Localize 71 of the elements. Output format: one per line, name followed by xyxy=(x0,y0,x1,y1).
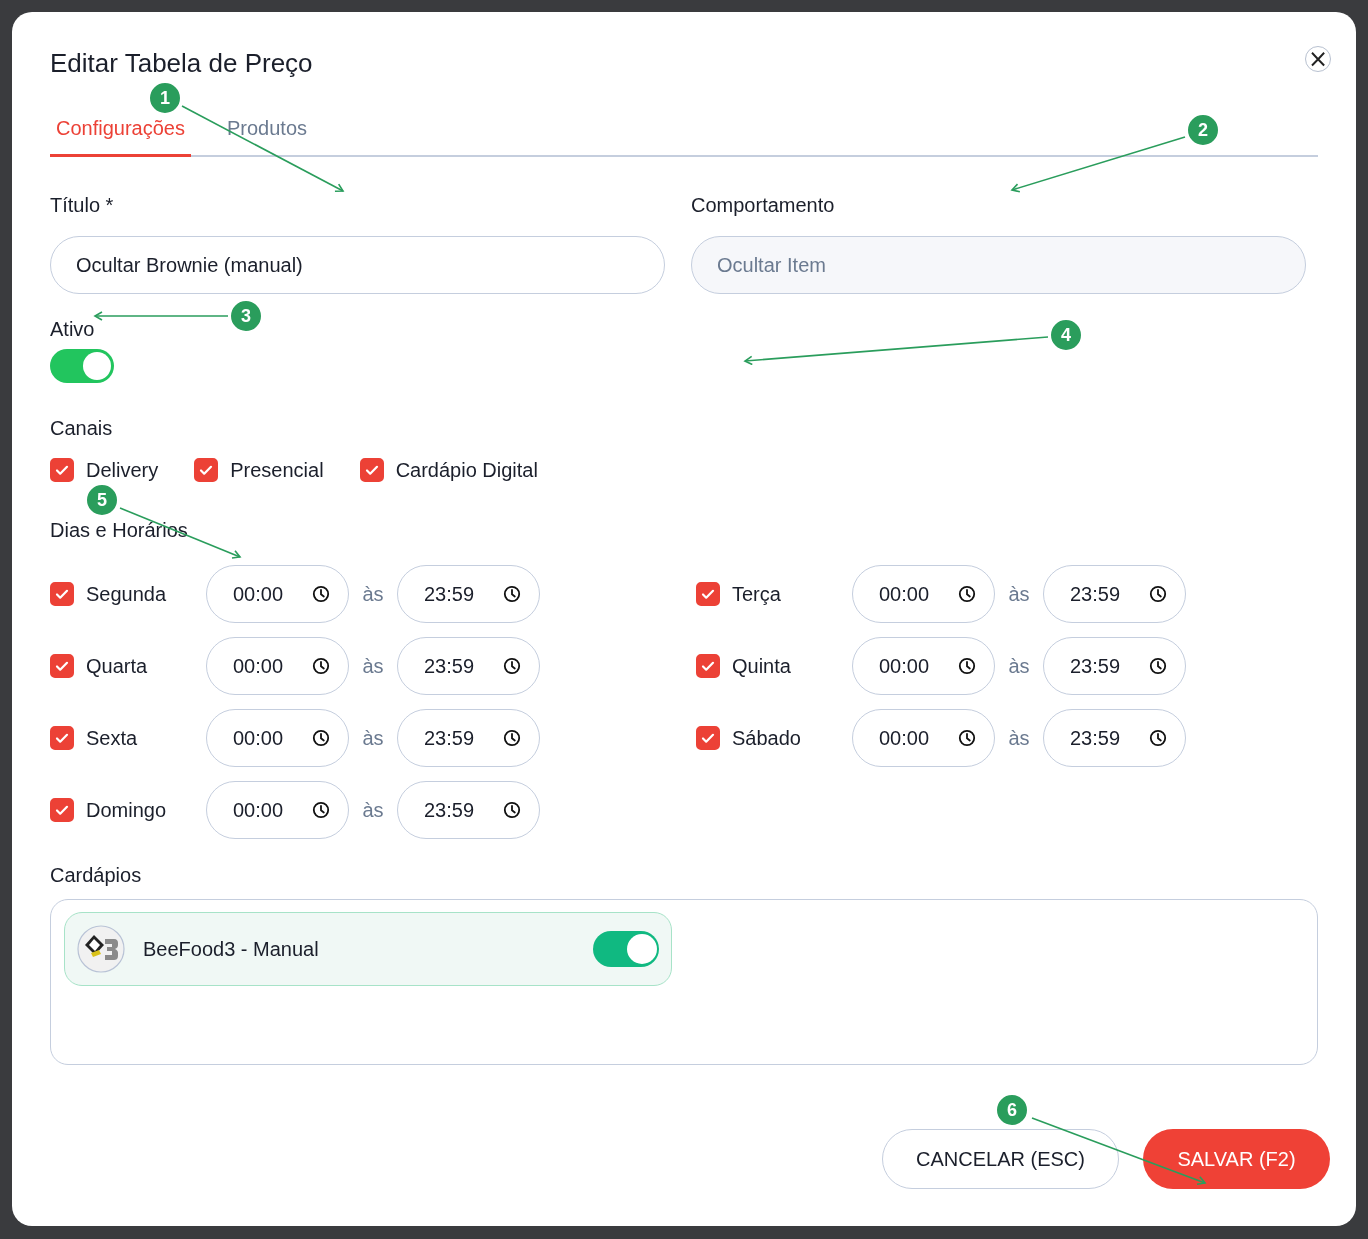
clock-icon xyxy=(1149,585,1167,603)
clock-icon xyxy=(312,801,330,819)
menu-name: BeeFood3 - Manual xyxy=(143,937,320,961)
clock-icon xyxy=(312,585,330,603)
save-button[interactable]: SALVAR (F2) xyxy=(1143,1129,1330,1189)
separator-text: às xyxy=(361,654,385,678)
tab[interactable]: Produtos xyxy=(220,111,314,157)
day-label: Sábado xyxy=(732,726,801,750)
time-value: 00:00 xyxy=(233,726,284,750)
field-label: Comportamento xyxy=(691,194,835,217)
clock-icon xyxy=(958,657,976,675)
checkbox[interactable] xyxy=(359,458,384,482)
clock-icon xyxy=(1149,657,1167,675)
separator-text: às xyxy=(1007,654,1031,678)
time-value: 23:59 xyxy=(424,798,475,822)
checkbox[interactable] xyxy=(696,582,720,606)
day-label: Quinta xyxy=(732,654,791,678)
toggle-switch[interactable] xyxy=(50,349,114,383)
field-label: Ativo xyxy=(50,318,95,341)
checkbox-label: Delivery xyxy=(86,458,159,482)
checkbox[interactable] xyxy=(696,654,720,678)
clock-icon xyxy=(958,729,976,747)
checkbox-label: Presencial xyxy=(230,458,324,482)
menu-card[interactable]: BeeFood3 - Manual xyxy=(64,912,672,986)
day-label: Sexta xyxy=(86,726,138,750)
time-value: 23:59 xyxy=(424,726,475,750)
field-label: Título * xyxy=(50,194,114,217)
checkbox[interactable] xyxy=(50,726,74,750)
day-label: Terça xyxy=(732,582,781,606)
cancel-button[interactable]: CANCELAR (ESC) xyxy=(882,1129,1119,1189)
clock-icon xyxy=(312,657,330,675)
clock-icon xyxy=(312,729,330,747)
toggle-switch[interactable] xyxy=(593,931,659,967)
time-value: 23:59 xyxy=(424,582,475,606)
separator-text: às xyxy=(1007,582,1031,606)
time-value: 00:00 xyxy=(879,726,930,750)
dialog-title: Editar Tabela de Preço xyxy=(50,48,313,79)
clock-icon xyxy=(958,585,976,603)
clock-icon xyxy=(503,585,521,603)
time-value: 23:59 xyxy=(1070,654,1121,678)
logo-icon xyxy=(77,925,125,973)
section-label: Canais xyxy=(50,417,113,440)
day-label: Quarta xyxy=(86,654,148,678)
clock-icon xyxy=(503,801,521,819)
section-label: Cardápios xyxy=(50,864,142,887)
separator-text: às xyxy=(1007,726,1031,750)
time-value: 00:00 xyxy=(879,654,930,678)
time-value: 23:59 xyxy=(424,654,475,678)
separator-text: às xyxy=(361,726,385,750)
clock-icon xyxy=(503,657,521,675)
day-label: Domingo xyxy=(86,798,167,822)
clock-icon xyxy=(503,729,521,747)
checkbox[interactable] xyxy=(50,458,74,482)
input-field[interactable]: Ocultar Brownie (manual) xyxy=(50,236,665,294)
checkbox[interactable] xyxy=(696,726,720,750)
checkbox[interactable] xyxy=(194,458,219,482)
time-value: 00:00 xyxy=(233,654,284,678)
time-value: 00:00 xyxy=(879,582,930,606)
checkbox[interactable] xyxy=(50,798,74,822)
time-value: 23:59 xyxy=(1070,582,1121,606)
checkbox[interactable] xyxy=(50,582,74,606)
checkbox-label: Cardápio Digital xyxy=(395,458,538,482)
time-value: 23:59 xyxy=(1070,726,1121,750)
separator-text: às xyxy=(361,582,385,606)
close-button[interactable]: × xyxy=(1305,45,1331,72)
time-value: 00:00 xyxy=(233,798,284,822)
day-label: Segunda xyxy=(86,582,167,606)
clock-icon xyxy=(1149,729,1167,747)
separator-text: às xyxy=(361,798,385,822)
time-value: 00:00 xyxy=(233,582,284,606)
checkbox[interactable] xyxy=(50,654,74,678)
